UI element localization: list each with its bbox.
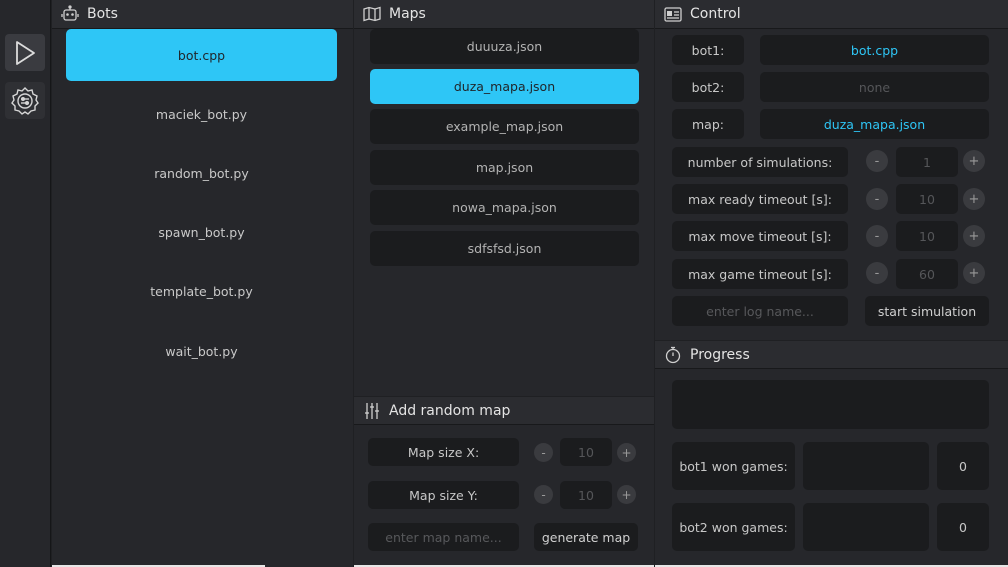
map-item[interactable]: nowa_mapa.json <box>370 190 639 225</box>
game-timeout-decrement-button[interactable]: - <box>866 262 888 284</box>
bot1-won-games-value: 0 <box>937 442 989 490</box>
robot-icon <box>60 4 80 24</box>
map-size-x-input[interactable]: 10 <box>560 438 612 466</box>
map-size-y-input[interactable]: 10 <box>560 481 612 509</box>
left-rail <box>0 0 51 567</box>
stopwatch-icon <box>663 345 683 365</box>
map-name-input[interactable]: enter map name... <box>368 523 519 551</box>
map-label: map: <box>672 109 744 139</box>
simulations-input[interactable]: 1 <box>896 147 958 177</box>
bot1-label: bot1: <box>672 35 744 65</box>
game-timeout-increment-button[interactable]: + <box>963 262 985 284</box>
sliders-icon <box>362 401 382 421</box>
bot2-value[interactable]: none <box>760 72 989 102</box>
simulations-decrement-button[interactable]: - <box>866 150 888 172</box>
maps-panel: Maps duuuza.json duza_mapa.json example_… <box>354 0 654 396</box>
bots-panel: Bots bot.cpp maciek_bot.py random_bot.py… <box>52 0 353 567</box>
map-item[interactable]: duza_mapa.json <box>370 69 639 104</box>
maps-title: Maps <box>389 6 426 22</box>
generate-map-button[interactable]: generate map <box>534 523 638 551</box>
control-header: Control <box>655 0 1008 29</box>
map-size-x-label: Map size X: <box>368 438 519 466</box>
bot2-label: bot2: <box>672 72 744 102</box>
bot-item[interactable]: maciek_bot.py <box>66 88 337 140</box>
simulations-increment-button[interactable]: + <box>963 150 985 172</box>
progress-header: Progress <box>655 341 1008 369</box>
bot-item[interactable]: template_bot.py <box>66 265 337 317</box>
ready-timeout-increment-button[interactable]: + <box>963 188 985 210</box>
max-ready-timeout-label: max ready timeout [s]: <box>672 184 848 214</box>
settings-icon[interactable] <box>5 82 45 119</box>
move-timeout-decrement-button[interactable]: - <box>866 225 888 247</box>
game-timeout-input[interactable]: 60 <box>896 259 958 289</box>
bot1-won-games-bar <box>803 442 929 490</box>
bot2-won-games-label: bot2 won games: <box>672 503 795 551</box>
move-timeout-increment-button[interactable]: + <box>963 225 985 247</box>
map-size-x-decrement-button[interactable]: - <box>534 443 553 462</box>
map-item[interactable]: sdfsfsd.json <box>370 231 639 266</box>
map-size-y-increment-button[interactable]: + <box>617 485 636 504</box>
max-move-timeout-label: max move timeout [s]: <box>672 221 848 251</box>
bot-item[interactable]: spawn_bot.py <box>66 206 337 258</box>
start-simulation-button[interactable]: start simulation <box>865 296 989 326</box>
bots-header: Bots <box>52 0 353 29</box>
map-item[interactable]: map.json <box>370 150 639 185</box>
bots-title: Bots <box>87 6 118 22</box>
max-game-timeout-label: max game timeout [s]: <box>672 259 848 289</box>
map-item[interactable]: duuuza.json <box>370 29 639 64</box>
bot2-won-games-bar <box>803 503 929 551</box>
map-size-x-increment-button[interactable]: + <box>617 443 636 462</box>
add-random-map-panel: Add random map Map size X: - 10 + Map si… <box>354 397 654 567</box>
control-panel: Control bot1: bot.cpp bot2: none map: du… <box>655 0 1008 340</box>
bot1-won-games-label: bot1 won games: <box>672 442 795 490</box>
id-card-icon <box>663 4 683 24</box>
number-of-simulations-label: number of simulations: <box>672 147 848 177</box>
bot1-value[interactable]: bot.cpp <box>760 35 989 65</box>
map-size-y-decrement-button[interactable]: - <box>534 485 553 504</box>
control-title: Control <box>690 6 741 22</box>
bot-item[interactable]: random_bot.py <box>66 147 337 199</box>
map-value[interactable]: duza_mapa.json <box>760 109 989 139</box>
add-random-map-title: Add random map <box>389 402 511 419</box>
progress-bar <box>672 380 989 429</box>
bot-item[interactable]: bot.cpp <box>66 29 337 81</box>
move-timeout-input[interactable]: 10 <box>896 221 958 251</box>
ready-timeout-decrement-button[interactable]: - <box>866 188 888 210</box>
bot-item[interactable]: wait_bot.py <box>66 325 337 377</box>
maps-header: Maps <box>354 0 654 29</box>
map-size-y-label: Map size Y: <box>368 481 519 509</box>
bot2-won-games-value: 0 <box>937 503 989 551</box>
map-item[interactable]: example_map.json <box>370 109 639 144</box>
play-icon[interactable] <box>5 34 45 71</box>
progress-title: Progress <box>690 346 750 363</box>
add-random-map-header: Add random map <box>354 397 654 425</box>
progress-panel: Progress bot1 won games: 0 bot2 won game… <box>655 341 1008 567</box>
ready-timeout-input[interactable]: 10 <box>896 184 958 214</box>
log-name-input[interactable]: enter log name... <box>672 296 848 326</box>
map-icon <box>362 4 382 24</box>
